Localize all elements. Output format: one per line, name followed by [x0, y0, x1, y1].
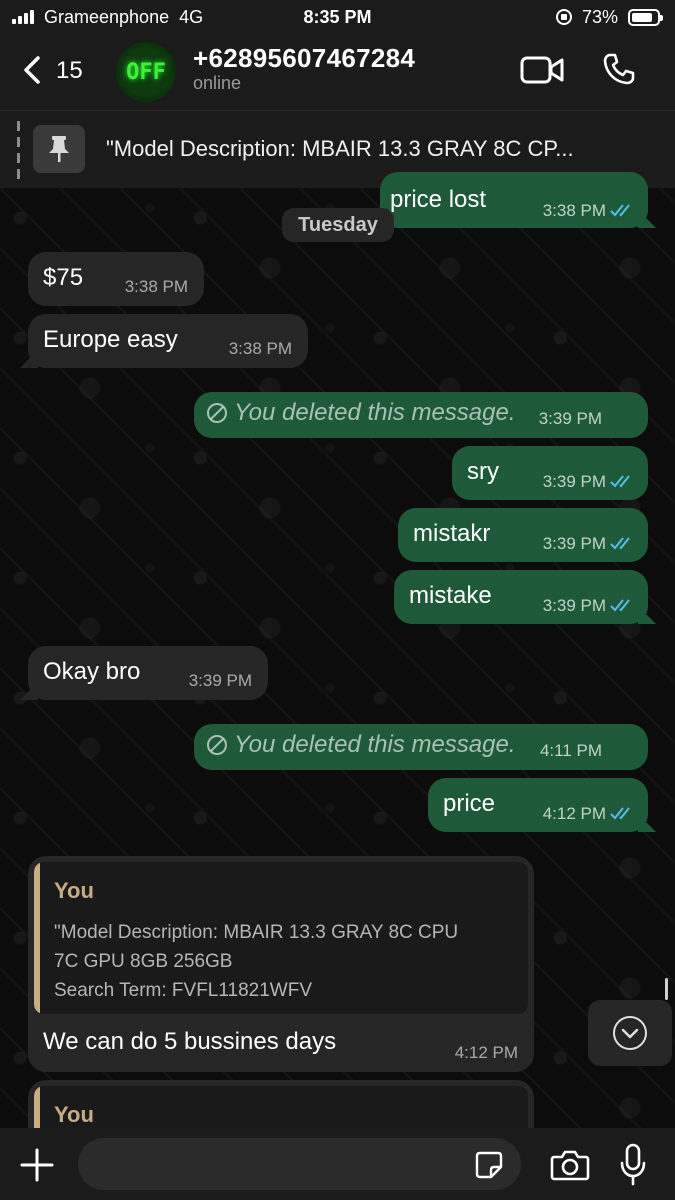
read-ticks-icon [610, 537, 630, 550]
chat-header: 15 OFF +62895607467284 online [0, 36, 675, 110]
pinned-indicator [17, 121, 20, 179]
message-time: 3:39 PM [542, 596, 606, 615]
back-unread-count[interactable]: 15 [56, 57, 83, 85]
message-input[interactable] [78, 1138, 521, 1190]
message-time: 3:39 PM [542, 534, 606, 553]
message-bubble-incoming[interactable]: $75 3:38 PM [28, 252, 204, 306]
quote-accent-bar [34, 1086, 40, 1128]
quote-line: "Model Description: MBAIR 13.3 GRAY 8C C… [54, 922, 459, 943]
message-time: 3:39 PM [188, 671, 252, 690]
deleted-message-text: You deleted this message. [234, 731, 516, 758]
message-time: 4:11 PM [539, 741, 602, 760]
deleted-icon [207, 403, 227, 423]
deleted-icon [207, 735, 227, 755]
quote-author: You [54, 878, 94, 903]
camera-icon[interactable] [550, 1148, 590, 1182]
message-bubble-outgoing[interactable]: price lost 3:38 PM [380, 172, 648, 228]
message-bubble-outgoing[interactable]: mistakr 3:39 PM [398, 508, 648, 562]
message-text: mistake [409, 582, 492, 609]
avatar[interactable]: OFF [116, 42, 176, 102]
contact-status: online [193, 73, 242, 93]
deleted-message-text: You deleted this message. [234, 399, 516, 426]
message-bubble-outgoing[interactable]: mistake 3:39 PM [394, 570, 648, 624]
message-text: price [443, 790, 496, 817]
scroll-down-icon [613, 1016, 647, 1050]
read-ticks-icon [610, 475, 630, 488]
message-bubble-reply[interactable]: You "Model Description: MBAIR 13.3 GRAY … [28, 856, 534, 1072]
status-bar: Grameenphone 4G 8:35 PM 73% [0, 0, 675, 36]
message-bubble-reply[interactable]: You [28, 1080, 534, 1128]
quoted-message[interactable]: You [34, 1086, 528, 1128]
quote-author: You [54, 1102, 94, 1127]
message-text: We can do 5 bussines days [43, 1028, 337, 1055]
message-time: 3:38 PM [228, 339, 292, 358]
message-input-bar [0, 1128, 675, 1200]
message-meta: 3:39 PM [543, 472, 636, 492]
message-bubble-outgoing[interactable]: price 4:12 PM [428, 778, 648, 832]
avatar-text: OFF [126, 59, 166, 85]
sticker-icon[interactable] [474, 1150, 504, 1180]
message-text: Europe easy [43, 326, 178, 353]
quote-line: 7C GPU 8GB 256GB [54, 951, 233, 972]
contact-name[interactable]: +62895607467284 [193, 43, 415, 74]
plus-icon[interactable] [20, 1148, 54, 1182]
pin-thumbnail [33, 125, 85, 173]
battery-icon [628, 9, 663, 26]
message-meta: 3:39 PM [543, 596, 636, 616]
back-chevron-icon[interactable] [22, 56, 42, 84]
message-text: sry [467, 458, 499, 485]
message-text: mistakr [413, 520, 491, 547]
deleted-message: You deleted this message. [206, 399, 516, 427]
message-time: 3:38 PM [542, 201, 606, 220]
video-call-icon[interactable] [520, 56, 564, 84]
message-meta: 4:12 PM [543, 804, 636, 824]
message-bubble-deleted[interactable]: You deleted this message. 4:11 PM [194, 724, 648, 770]
message-bubble-outgoing[interactable]: sry 3:39 PM [452, 446, 648, 500]
message-meta: 3:38 PM [543, 201, 636, 221]
quoted-message[interactable]: You "Model Description: MBAIR 13.3 GRAY … [34, 862, 528, 1014]
clock: 8:35 PM [303, 7, 372, 27]
message-bubble-incoming[interactable]: Okay bro 3:39 PM [28, 646, 268, 700]
scroll-to-bottom-button[interactable] [588, 1000, 672, 1066]
pin-icon [49, 136, 69, 162]
read-ticks-icon [610, 599, 630, 612]
pinned-message-text: "Model Description: MBAIR 13.3 GRAY 8C C… [106, 136, 574, 161]
rotation-lock-icon [556, 9, 572, 25]
deleted-message: You deleted this message. [206, 731, 516, 759]
scroll-indicator[interactable] [665, 978, 668, 1000]
message-time: 3:39 PM [542, 472, 606, 491]
message-meta: 3:39 PM [543, 534, 636, 554]
message-text: price lost [390, 186, 487, 213]
message-time: 4:12 PM [542, 804, 606, 823]
battery-percentage: 73% [582, 7, 619, 27]
message-text: Okay bro [43, 658, 141, 685]
message-bubble-deleted[interactable]: You deleted this message. 3:39 PM [194, 392, 648, 438]
date-separator: Tuesday [282, 208, 394, 242]
read-ticks-icon [610, 204, 630, 217]
mic-icon[interactable] [619, 1143, 647, 1187]
message-time: 3:38 PM [124, 277, 188, 296]
message-bubble-incoming[interactable]: Europe easy 3:38 PM [28, 314, 308, 368]
read-ticks-icon [610, 807, 630, 820]
message-time: 3:39 PM [538, 409, 602, 428]
message-text: $75 [43, 264, 84, 291]
quote-accent-bar [34, 862, 40, 1014]
phone-call-icon[interactable] [602, 52, 636, 86]
quote-line: Search Term: FVFL11821WFV [54, 980, 313, 1001]
message-time: 4:12 PM [454, 1043, 518, 1062]
